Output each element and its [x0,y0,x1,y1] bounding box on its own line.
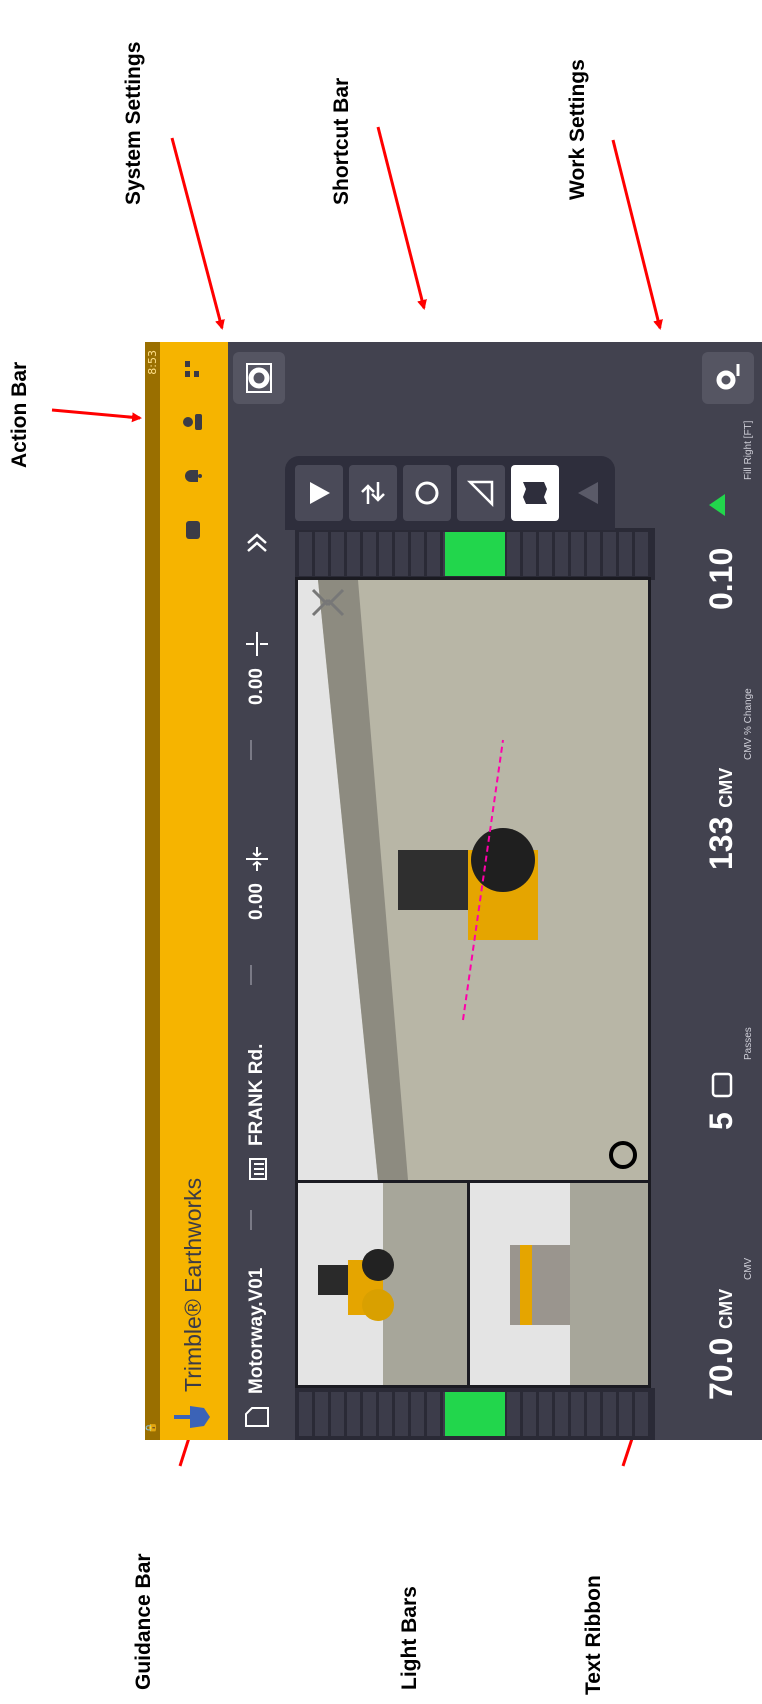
gear-icon [246,363,272,393]
work-gear-icon [716,364,740,390]
status-bar: 🔒 8:53 [145,342,160,1440]
shortcut-next[interactable] [565,465,613,521]
lock-icon: 🔒 [146,1421,157,1434]
on-grade-indicator [445,1392,505,1436]
cmv-unit: CMV [716,1288,736,1329]
machine-icon[interactable] [180,518,204,542]
text-ribbon: 70.0 CMV CMV 5 Passes 133 CMV CMV % Chan… [675,342,762,1440]
fill-value: 0.10 [703,547,739,610]
arrow-action-bar [51,408,142,423]
offset-arrows-icon [245,847,268,872]
triangle-up-icon [578,482,598,504]
slope-icon [466,480,494,508]
passes-value: 5 [703,1112,739,1130]
chevrons-icon [246,533,267,552]
roller-passes-icon [711,1072,733,1098]
offset-value-1: 0.00 [245,883,267,920]
shortcut-map[interactable] [511,465,559,521]
road-book-icon [248,1158,267,1180]
light-bar-left [295,1388,655,1440]
separator [250,1210,252,1230]
system-settings-button[interactable] [233,352,285,404]
clock: 8:53 [146,350,159,375]
shortcut-bar [285,456,615,530]
shortcut-previous[interactable] [295,465,343,521]
design-item[interactable]: Motorway.V01 [228,1268,285,1430]
separator [250,965,252,985]
operator-icon[interactable] [180,410,204,434]
annotated-figure: System Settings Shortcut Bar Work Settin… [0,0,762,1704]
shortcut-slope[interactable] [457,465,505,521]
top-view[interactable] [467,1177,651,1388]
light-bar-right [295,528,655,580]
cmv-change-label: CMV % Change [743,688,754,760]
offset-item-2[interactable]: 0.00 [228,630,285,705]
road-item[interactable]: FRANK Rd. [228,1044,285,1182]
side-view[interactable] [295,1177,473,1388]
separator [250,740,252,760]
action-bar: Trimble® Earthworks [160,342,228,1440]
shortcut-compactor[interactable] [403,465,451,521]
cmv-label: CMV [743,1257,754,1280]
map-icon [523,482,547,504]
app-brand: Trimble® Earthworks [180,1177,206,1392]
triangle-down-icon [310,482,330,504]
design-name: Motorway.V01 [245,1267,267,1394]
shovel-icon[interactable] [174,1404,210,1430]
work-settings-button[interactable] [702,352,754,404]
passes-label: Passes [743,1027,754,1060]
cmv-change-value: 133 [703,816,739,870]
offset-value-2: 0.00 [245,668,267,705]
guidance-bar: Motorway.V01 FRANK Rd. 0.00 0.00 [228,342,285,1440]
design-file-icon [244,1407,269,1427]
fill-label: Fill Right [FT] [743,420,754,480]
vertical-offset-icon [245,632,268,657]
arrow-system-settings [170,137,225,330]
main-3d-view[interactable] [295,577,651,1183]
fill-indicator-icon [709,494,725,516]
device-screen: 🔒 8:53 Trimble® Earthworks Motorway.V01 [145,342,762,1440]
ribbon-cmv-change[interactable]: 133 CMV CMV % Change [681,610,761,870]
ribbon-passes[interactable]: 5 Passes [681,900,761,1130]
menu-icon[interactable] [180,356,204,380]
cmv-change-unit: CMV [716,767,736,808]
shortcut-swap[interactable] [349,465,397,521]
guidance-mode-item[interactable] [228,529,285,555]
on-grade-indicator [445,532,505,576]
arrow-work-settings [611,139,663,330]
offset-item-1[interactable]: 0.00 [228,845,285,920]
ribbon-cmv[interactable]: 70.0 CMV CMV [681,1140,761,1400]
road-name: FRANK Rd. [245,1043,267,1146]
cmv-value: 70.0 [703,1337,739,1400]
ribbon-fill[interactable]: 0.10 Fill Right [FT] [681,410,761,610]
bell-icon[interactable] [180,464,204,488]
swap-arrows-icon [361,482,385,504]
arrow-shortcut-bar [376,126,427,310]
compactor-icon [415,481,439,505]
